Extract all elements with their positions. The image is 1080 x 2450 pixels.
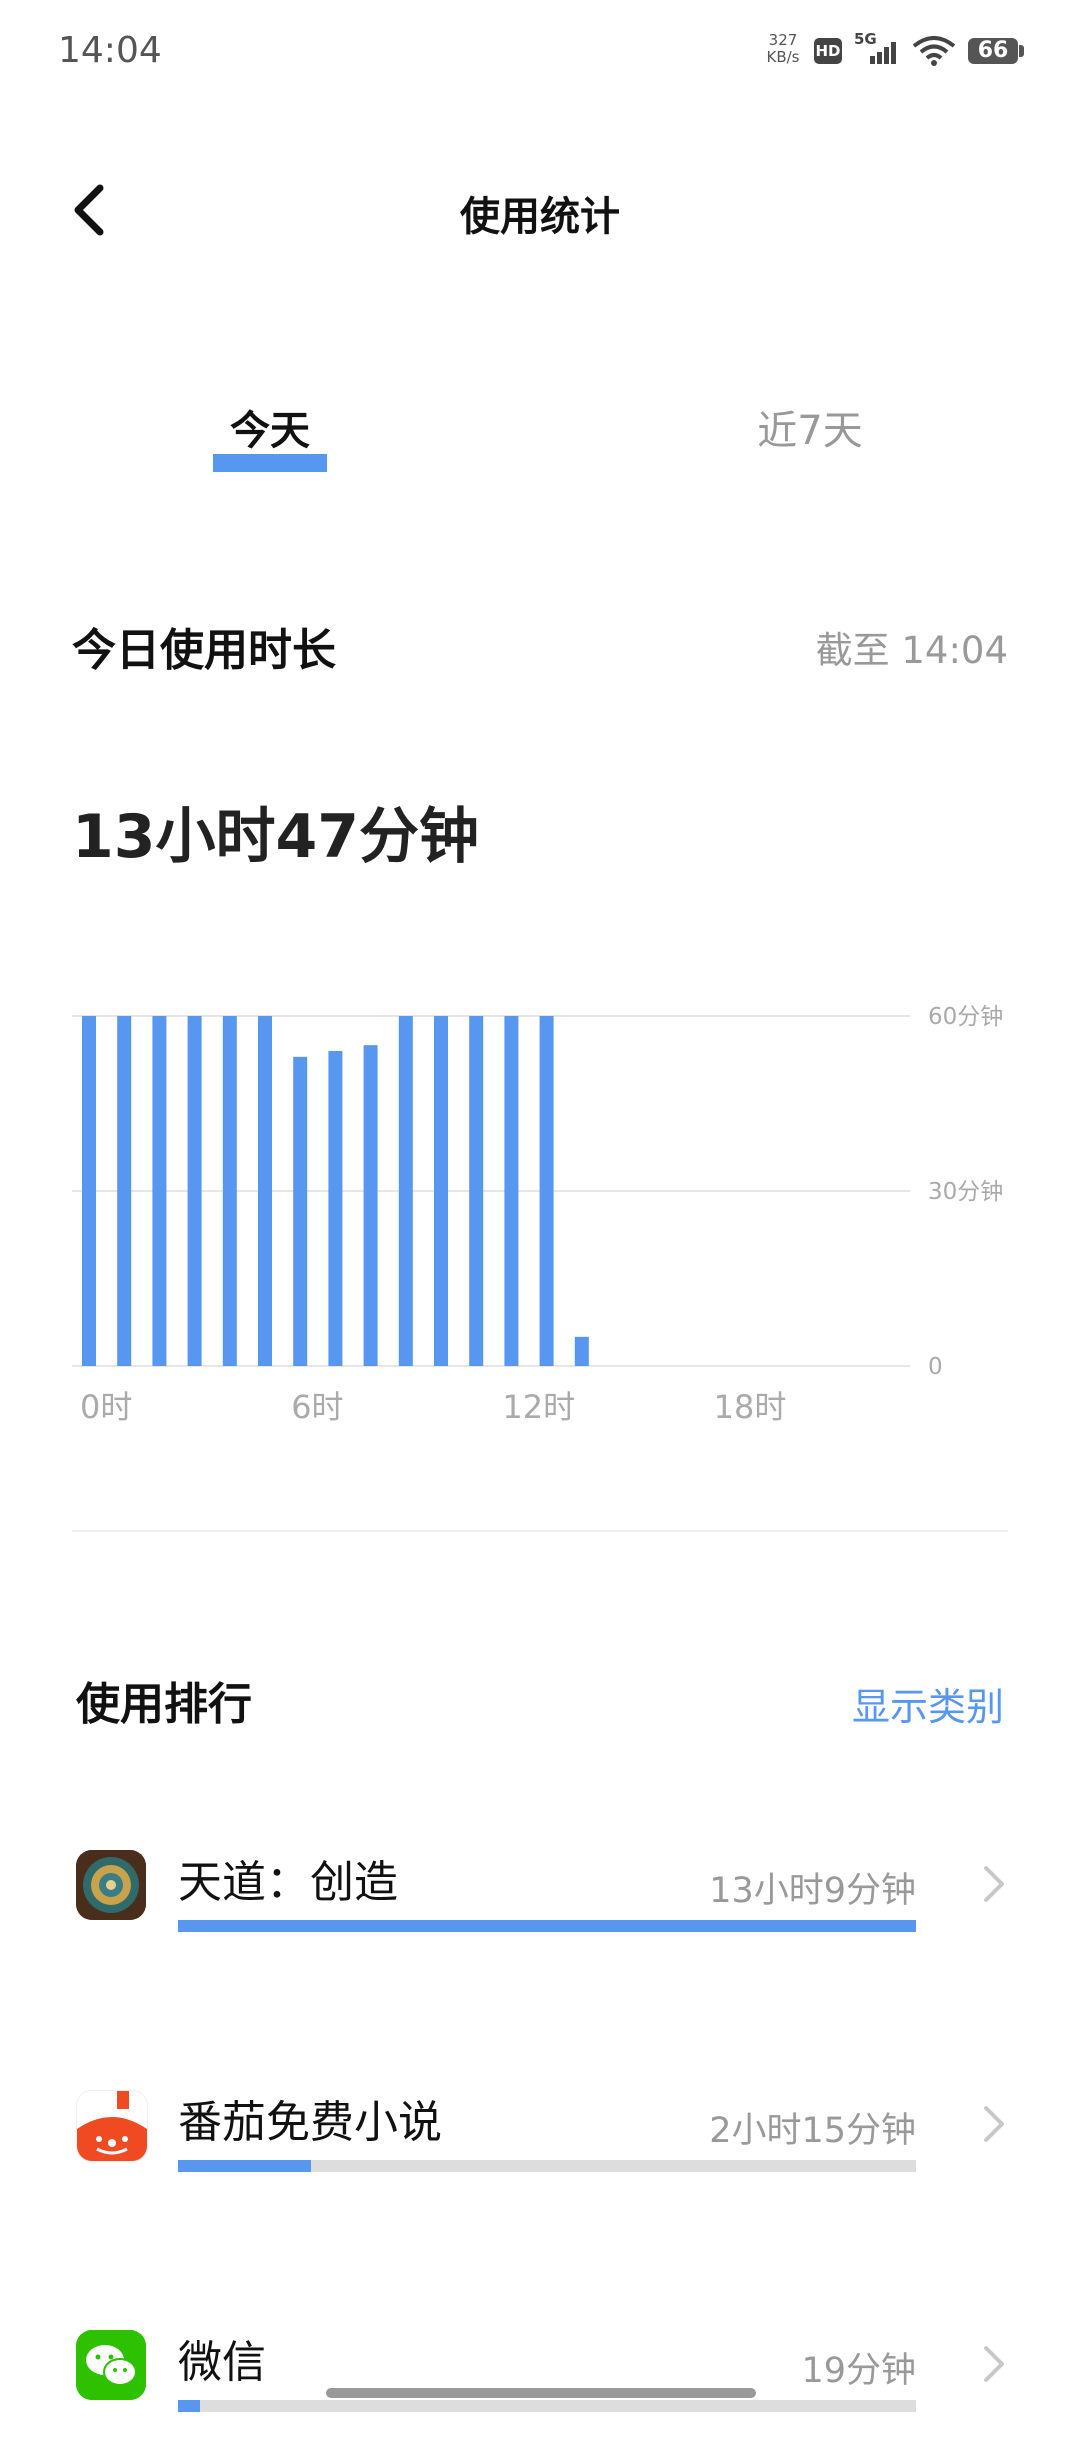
- as-of-time: 截至 14:04: [815, 629, 1008, 672]
- battery-icon: 66: [968, 38, 1018, 64]
- app-row-tiandao[interactable]: 天道：创造 13小时9分钟: [0, 1810, 1080, 1970]
- wifi-icon: [912, 36, 956, 70]
- chart-bar[interactable]: [117, 1016, 132, 1366]
- chart-bar[interactable]: [82, 1016, 96, 1366]
- show-category-link[interactable]: 显示类别: [852, 1676, 1004, 1731]
- status-time: 14:04: [58, 30, 162, 71]
- app-row-wechat[interactable]: 微信 19分钟: [0, 2290, 1080, 2450]
- chart-bar[interactable]: [574, 1336, 589, 1366]
- app-usage-bar: [178, 2400, 916, 2412]
- game-app-icon: [76, 1850, 146, 1920]
- hd-badge: HD: [814, 38, 842, 64]
- chart-bar[interactable]: [222, 1016, 237, 1366]
- chart-x-tick-label: 12时: [502, 1388, 575, 1426]
- chart-y-tick-label: 0: [928, 1354, 943, 1380]
- home-indicator[interactable]: [326, 2388, 756, 2398]
- app-usage-time: 13小时9分钟: [709, 1871, 916, 1911]
- chart-x-tick-label: 18时: [714, 1388, 787, 1426]
- chart-bar[interactable]: [469, 1016, 484, 1366]
- chart-bar[interactable]: [539, 1016, 554, 1366]
- network-speed-value: 327: [768, 31, 798, 49]
- chart-bar[interactable]: [328, 1051, 343, 1366]
- hourly-usage-chart: 60分钟 30分钟 0 0时 6时 12时 18时: [72, 1004, 1003, 1426]
- network-speed-unit: KB/s: [766, 48, 800, 66]
- chart-bar[interactable]: [293, 1056, 308, 1366]
- app-usage-time: 19分钟: [801, 2351, 916, 2391]
- app-usage-bar: [178, 1920, 916, 1932]
- section-divider: [72, 1530, 1008, 1532]
- app-usage-bar-fill: [178, 2400, 201, 2412]
- app-name: 微信: [178, 2337, 266, 2388]
- chart-bar[interactable]: [258, 1016, 272, 1366]
- chart-bar[interactable]: [434, 1016, 448, 1366]
- app-usage-time: 2小时15分钟: [709, 2111, 916, 2151]
- chevron-right-icon: [984, 2106, 1004, 2142]
- chart-bar[interactable]: [152, 1016, 167, 1366]
- signal-5g-icon: 5G: [852, 30, 900, 72]
- chart-bar[interactable]: [187, 1016, 202, 1366]
- app-name: 番茄免费小说: [178, 2097, 442, 2148]
- chart-y-tick-label: 30分钟: [928, 1179, 1003, 1205]
- total-usage-duration: 13小时47分钟: [72, 802, 479, 872]
- usage-ranking-title: 使用排行: [76, 1679, 252, 1730]
- chart-bar[interactable]: [504, 1016, 519, 1366]
- wechat-icon: [76, 2330, 146, 2400]
- app-usage-bar: [178, 2160, 916, 2172]
- chart-x-tick-label: 6时: [291, 1388, 343, 1426]
- chart-x-tick-label: 0时: [80, 1388, 132, 1426]
- app-row-tomato-novel[interactable]: 番茄免费小说 2小时15分钟: [0, 2050, 1080, 2210]
- page-title: 使用统计: [460, 194, 620, 240]
- app-usage-bar-fill: [178, 2160, 311, 2172]
- tomato-novel-icon: [76, 2090, 148, 2162]
- today-usage-label: 今日使用时长: [72, 625, 336, 676]
- tab-last-7-days[interactable]: 近7天: [690, 398, 930, 456]
- chart-y-tick-label: 60分钟: [928, 1004, 1003, 1030]
- chevron-right-icon: [984, 2346, 1004, 2382]
- chart-bar[interactable]: [398, 1016, 413, 1366]
- chevron-right-icon: [984, 1866, 1004, 1902]
- active-tab-indicator: [213, 454, 327, 472]
- network-type: 5G: [854, 30, 877, 48]
- app-usage-bar-fill: [178, 1920, 916, 1932]
- app-name: 天道：创造: [178, 1857, 398, 1908]
- tab-today[interactable]: 今天: [150, 398, 390, 456]
- battery-tip: [1019, 45, 1024, 57]
- chart-bar[interactable]: [363, 1045, 378, 1366]
- network-speed: 327 KB/s: [760, 32, 806, 66]
